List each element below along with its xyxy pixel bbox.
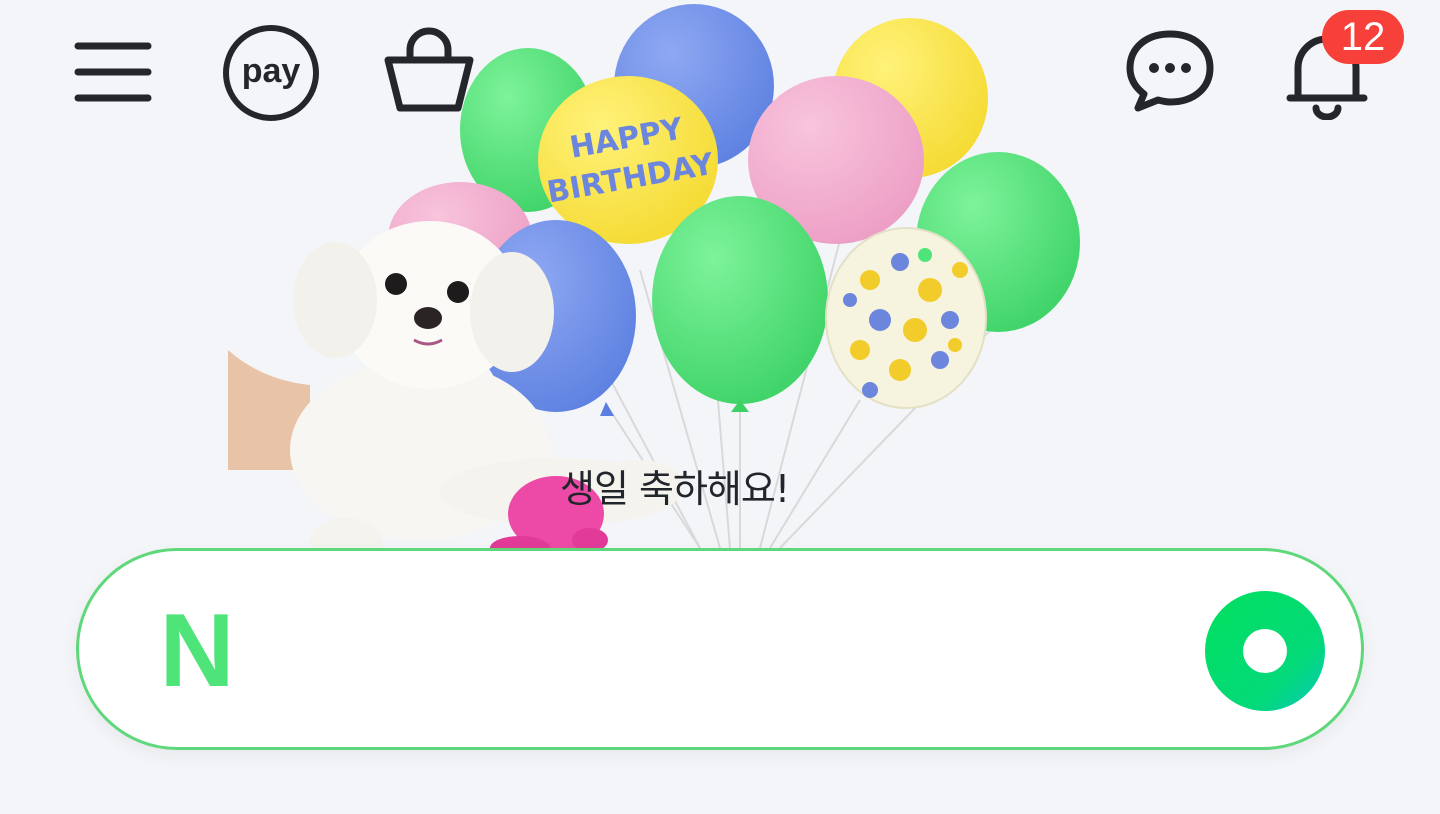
chat-bubble-icon [1126, 30, 1214, 112]
balloon-text-birthday: BIRTHDAY [544, 147, 717, 211]
pay-label: pay [241, 52, 301, 90]
search-input[interactable] [279, 601, 1179, 701]
search-ring-icon [1205, 591, 1325, 711]
shopping-button[interactable] [382, 24, 476, 116]
menu-button[interactable] [72, 38, 154, 108]
notification-badge: 12 [1322, 10, 1404, 64]
top-bar: pay 12 [0, 0, 1440, 140]
talk-button[interactable] [1124, 28, 1216, 112]
balloon-blue [476, 220, 636, 412]
search-button[interactable] [1203, 589, 1327, 713]
shopping-bag-icon [384, 27, 474, 112]
pay-button[interactable]: pay [220, 22, 322, 124]
naver-logo[interactable]: N [151, 599, 243, 703]
search-box[interactable]: N [76, 548, 1364, 750]
birthday-greeting: 생일 축하해요! [560, 467, 790, 511]
balloon-pink [388, 182, 532, 294]
hamburger-menu-icon [74, 42, 152, 102]
balloon-green [652, 196, 828, 404]
balloon-green [916, 152, 1080, 332]
confetti-balloon [825, 227, 987, 409]
